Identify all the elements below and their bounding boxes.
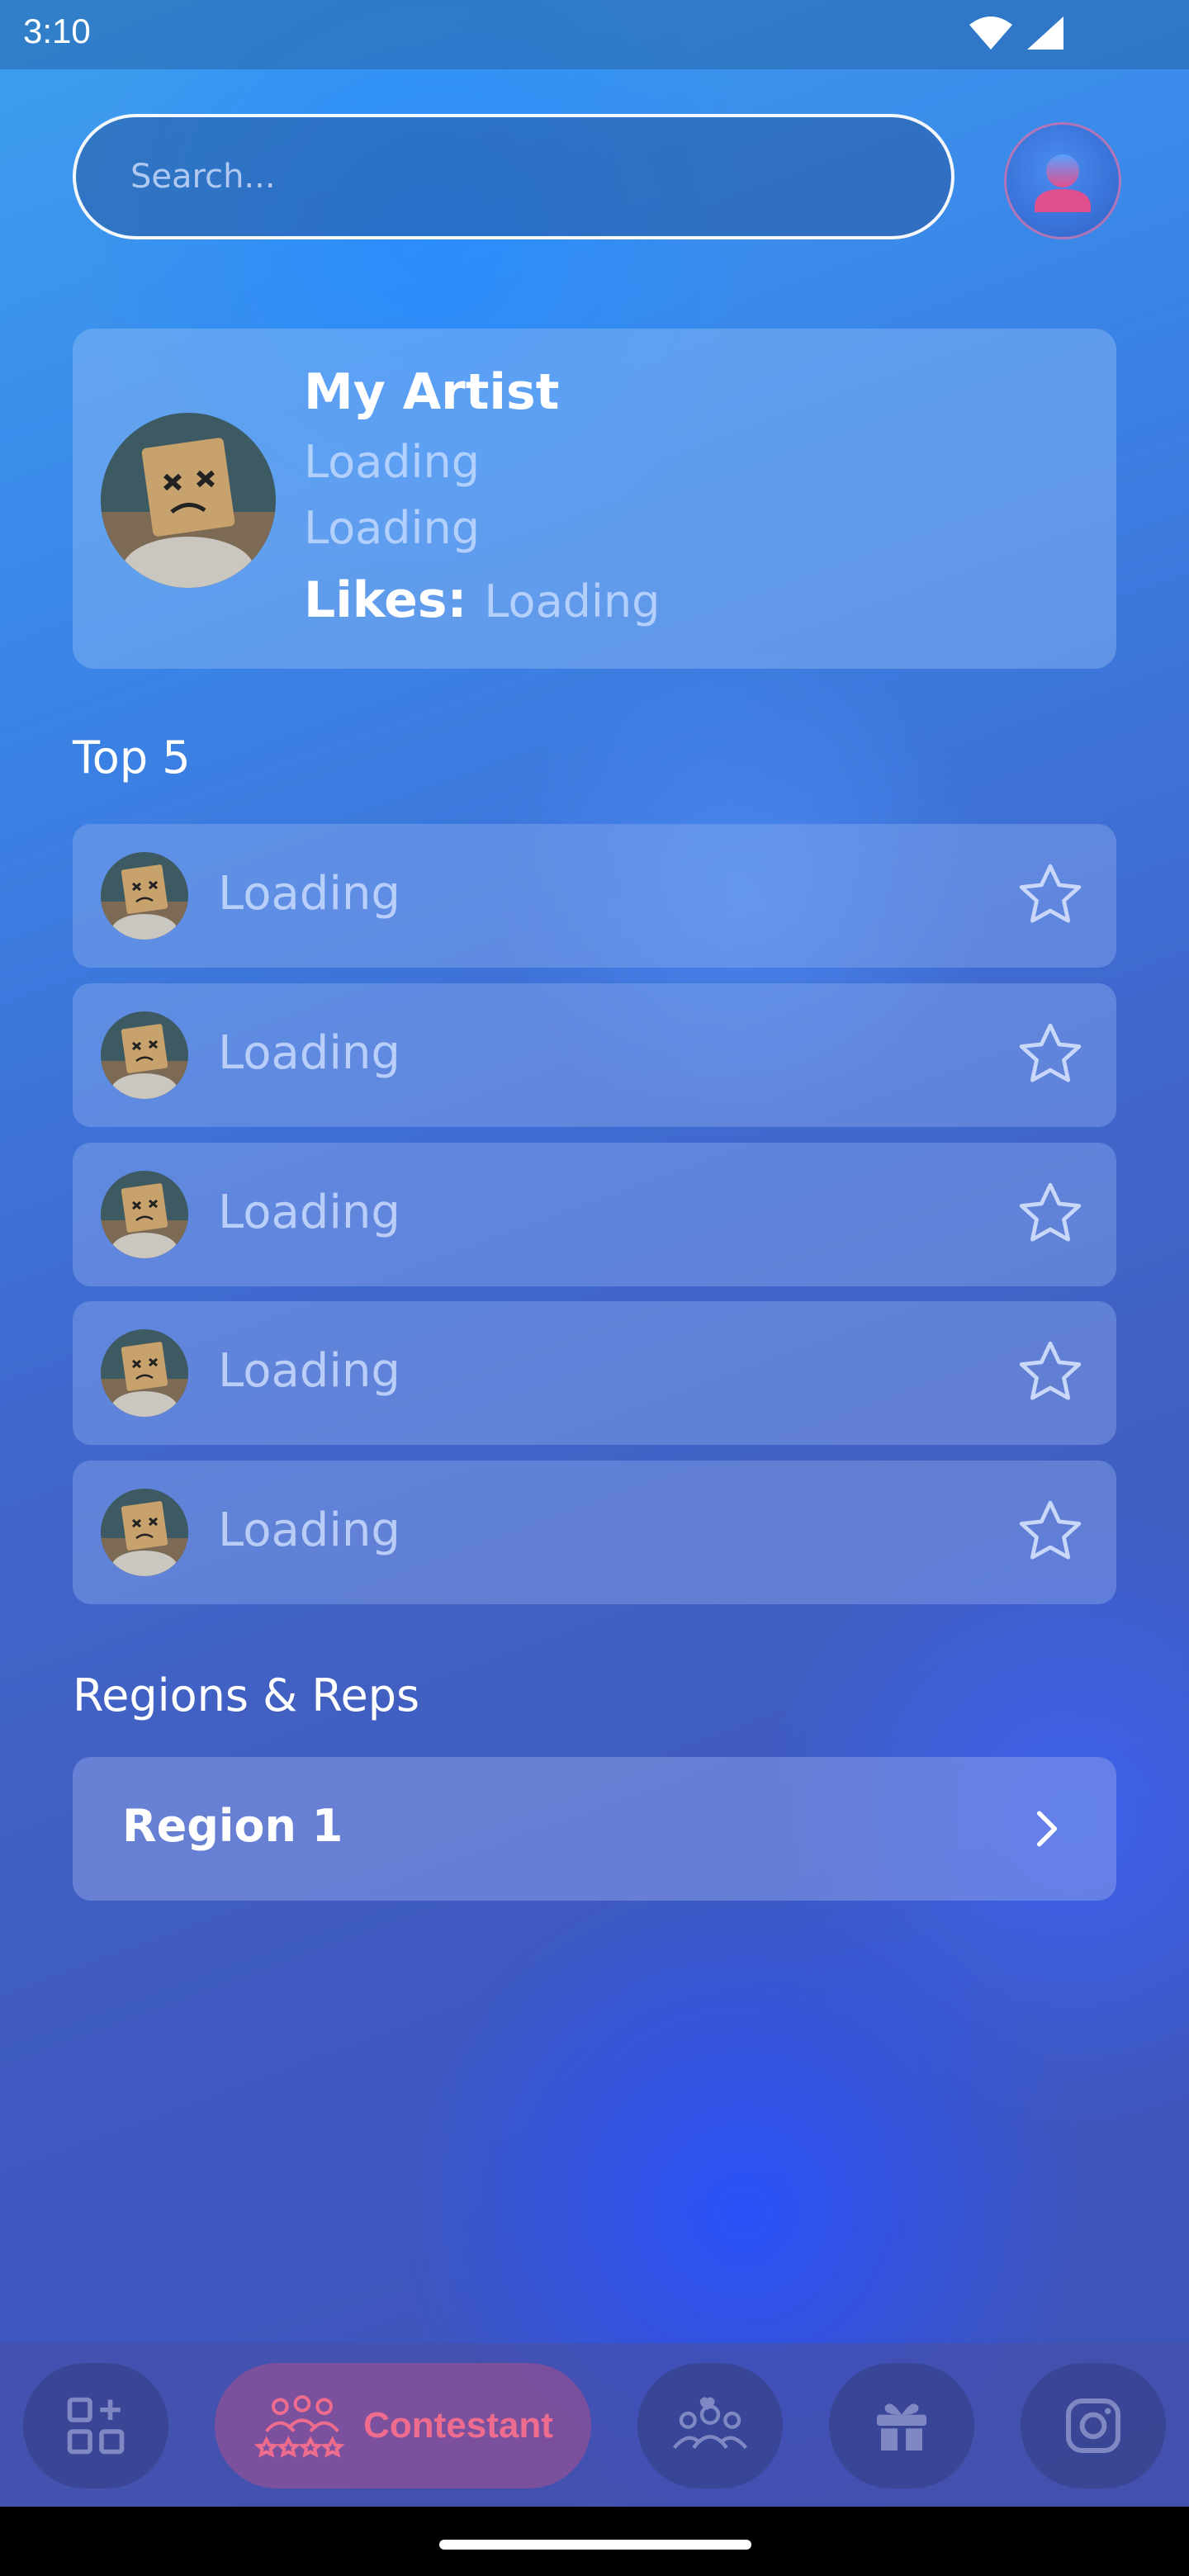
- artist-name: My Artist: [304, 363, 560, 421]
- artist-thumbnail: [101, 1171, 188, 1258]
- top5-row[interactable]: Loading: [73, 983, 1116, 1127]
- wifi-icon: [969, 17, 1012, 50]
- row-label: Loading: [218, 1026, 400, 1080]
- star-icon[interactable]: [1014, 1336, 1087, 1409]
- top5-row[interactable]: Loading: [73, 1143, 1116, 1286]
- group-icon: [673, 2397, 747, 2450]
- status-bar: 3:10: [0, 0, 1189, 69]
- status-time: 3:10: [23, 12, 91, 50]
- dashboard-icon: [67, 2397, 125, 2455]
- top5-row[interactable]: Loading: [73, 1461, 1116, 1604]
- signal-icon: [1027, 17, 1063, 50]
- artist-info-line-2: Loading: [304, 502, 481, 554]
- artist-thumbnail: [101, 1329, 188, 1417]
- instagram-icon: [1066, 2398, 1120, 2453]
- region-label: Region 1: [122, 1800, 343, 1852]
- nav-dashboard-button[interactable]: [23, 2363, 168, 2488]
- contestant-icon: [253, 2395, 345, 2458]
- star-icon[interactable]: [1014, 1495, 1087, 1568]
- likes-label: Likes:: [304, 571, 467, 629]
- status-icons: [968, 15, 1065, 51]
- artist-info-line-1: Loading: [304, 436, 481, 488]
- user-icon: [1035, 154, 1091, 212]
- nav-instagram-button[interactable]: [1021, 2363, 1166, 2488]
- artist-thumbnail: [101, 1489, 188, 1576]
- likes-value: Loading: [484, 575, 661, 627]
- nav-group-button[interactable]: [637, 2363, 783, 2488]
- system-gesture-bar: [0, 2507, 1189, 2576]
- row-label: Loading: [218, 1344, 400, 1398]
- top5-title: Top 5: [73, 732, 191, 784]
- top5-row[interactable]: Loading: [73, 1301, 1116, 1445]
- home-gesture-handle[interactable]: [439, 2540, 751, 2550]
- region-item[interactable]: Region 1: [73, 1757, 1116, 1901]
- artist-likes: Likes: Loading: [304, 571, 660, 629]
- my-artist-card[interactable]: My Artist Loading Loading Likes: Loading: [73, 329, 1116, 669]
- top5-row[interactable]: Loading: [73, 824, 1116, 968]
- nav-contestant-button[interactable]: Contestant: [215, 2363, 591, 2488]
- star-icon[interactable]: [1014, 859, 1087, 931]
- row-label: Loading: [218, 867, 400, 921]
- regions-title: Regions & Reps: [73, 1669, 420, 1721]
- star-icon[interactable]: [1014, 1018, 1087, 1091]
- search-input[interactable]: [73, 114, 955, 239]
- nav-active-label: Contestant: [363, 2405, 553, 2446]
- chevron-right-icon: [1036, 1811, 1058, 1847]
- star-icon[interactable]: [1014, 1177, 1087, 1250]
- nav-gift-button[interactable]: [829, 2363, 974, 2488]
- gift-icon: [877, 2403, 926, 2451]
- profile-avatar-button[interactable]: [1004, 122, 1121, 239]
- artist-thumbnail: [101, 852, 188, 940]
- row-label: Loading: [218, 1186, 400, 1239]
- row-label: Loading: [218, 1503, 400, 1557]
- bottom-nav: Contestant: [0, 2343, 1189, 2507]
- artist-thumbnail: [101, 1011, 188, 1099]
- artist-avatar: [101, 413, 276, 588]
